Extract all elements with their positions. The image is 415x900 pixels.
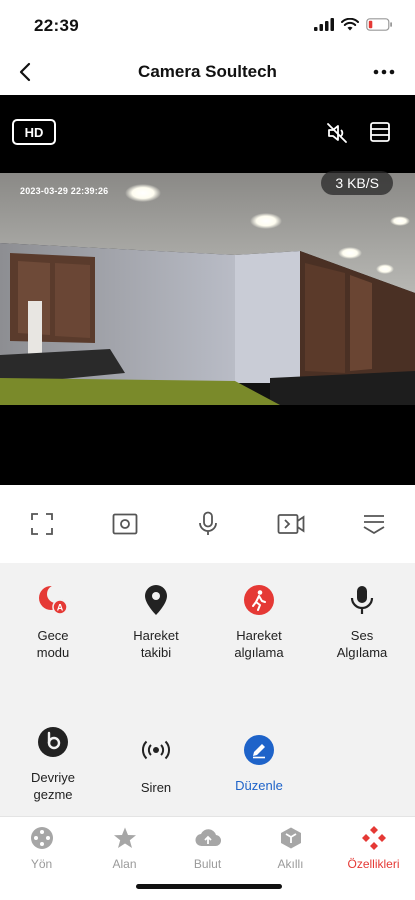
cloud-icon	[194, 825, 222, 851]
walking-person-icon	[242, 583, 276, 617]
tab-label: Yön	[30, 857, 53, 871]
tab-label: Bulut	[193, 857, 222, 871]
list-menu-icon	[370, 122, 390, 142]
tab-smart[interactable]: Akıllı	[249, 825, 332, 871]
features-panel: A Gece modu Hareket takibi Hareket algıl…	[0, 563, 415, 816]
feature-motion-tracking[interactable]: Hareket takibi	[106, 583, 206, 661]
record-button[interactable]	[276, 509, 306, 539]
tab-cloud[interactable]: Bulut	[166, 825, 249, 871]
wifi-icon	[341, 18, 359, 31]
bitrate-badge: 3 KB/S	[321, 171, 393, 195]
tab-features[interactable]: Özellikleri	[332, 825, 415, 871]
svg-text:A: A	[57, 603, 64, 613]
navigation-bar: Camera Soultech	[0, 50, 415, 94]
mute-button[interactable]	[325, 121, 349, 145]
feature-label: Düzenle	[235, 778, 283, 793]
siren-icon	[139, 733, 173, 767]
direction-icon	[28, 825, 56, 851]
video-timestamp: 2023-03-29 22:39:26	[20, 186, 109, 196]
video-control-bar	[0, 485, 415, 563]
page-title: Camera Soultech	[138, 62, 277, 81]
status-time: 22:39	[34, 16, 79, 35]
feature-edit[interactable]: Düzenle	[209, 733, 309, 794]
speaker-muted-icon	[327, 123, 347, 143]
video-menu-button[interactable]	[369, 121, 391, 143]
talk-button[interactable]	[193, 509, 223, 539]
fullscreen-icon	[31, 513, 53, 535]
night-mode-icon: A	[36, 583, 70, 617]
feature-label: Hareket takibi	[133, 628, 179, 660]
status-icons	[314, 18, 393, 31]
collapse-button[interactable]	[359, 509, 389, 539]
edit-icon	[242, 733, 276, 767]
feature-label: Devriye gezme	[30, 770, 76, 802]
battery-low-icon	[366, 18, 392, 31]
camera-feed-image	[0, 173, 415, 405]
feature-label: Hareket algılama	[234, 628, 284, 660]
star-icon	[111, 825, 139, 851]
fullscreen-button[interactable]	[27, 509, 57, 539]
collapse-panel-icon	[363, 515, 385, 534]
feature-patrol[interactable]: Devriye gezme	[3, 725, 103, 803]
status-bar: 22:39	[0, 0, 415, 50]
features-icon	[360, 825, 388, 851]
location-pin-icon	[139, 583, 173, 617]
tab-direction[interactable]: Yön	[0, 825, 83, 871]
tab-area[interactable]: Alan	[83, 825, 166, 871]
microphone-icon	[345, 583, 379, 617]
tab-label: Özellikleri	[347, 857, 400, 871]
hd-quality-button[interactable]: HD	[12, 119, 56, 145]
snapshot-button[interactable]	[110, 509, 140, 539]
more-options-button[interactable]	[371, 58, 397, 86]
feature-label: Ses Algılama	[336, 628, 388, 660]
feature-label: Siren	[140, 780, 172, 795]
tab-label: Akıllı	[277, 857, 304, 871]
feature-sound-detection[interactable]: Ses Algılama	[312, 583, 412, 661]
feature-night-mode[interactable]: A Gece modu	[3, 583, 103, 661]
live-video-player[interactable]: HD 3 KB/S 2023-03-29 22:39:26	[0, 95, 415, 485]
more-horizontal-icon	[373, 69, 395, 75]
snapshot-icon	[112, 513, 138, 535]
tab-label: Alan	[112, 857, 137, 871]
cellular-signal-icon	[314, 18, 334, 31]
feature-siren[interactable]: Siren	[106, 733, 206, 796]
patrol-icon	[36, 725, 70, 759]
home-indicator	[136, 884, 282, 889]
video-record-icon	[277, 514, 305, 534]
microphone-icon	[199, 511, 217, 535]
feature-motion-detection[interactable]: Hareket algılama	[209, 583, 309, 661]
feature-label: Gece modu	[36, 628, 70, 660]
cube-icon	[277, 825, 305, 851]
